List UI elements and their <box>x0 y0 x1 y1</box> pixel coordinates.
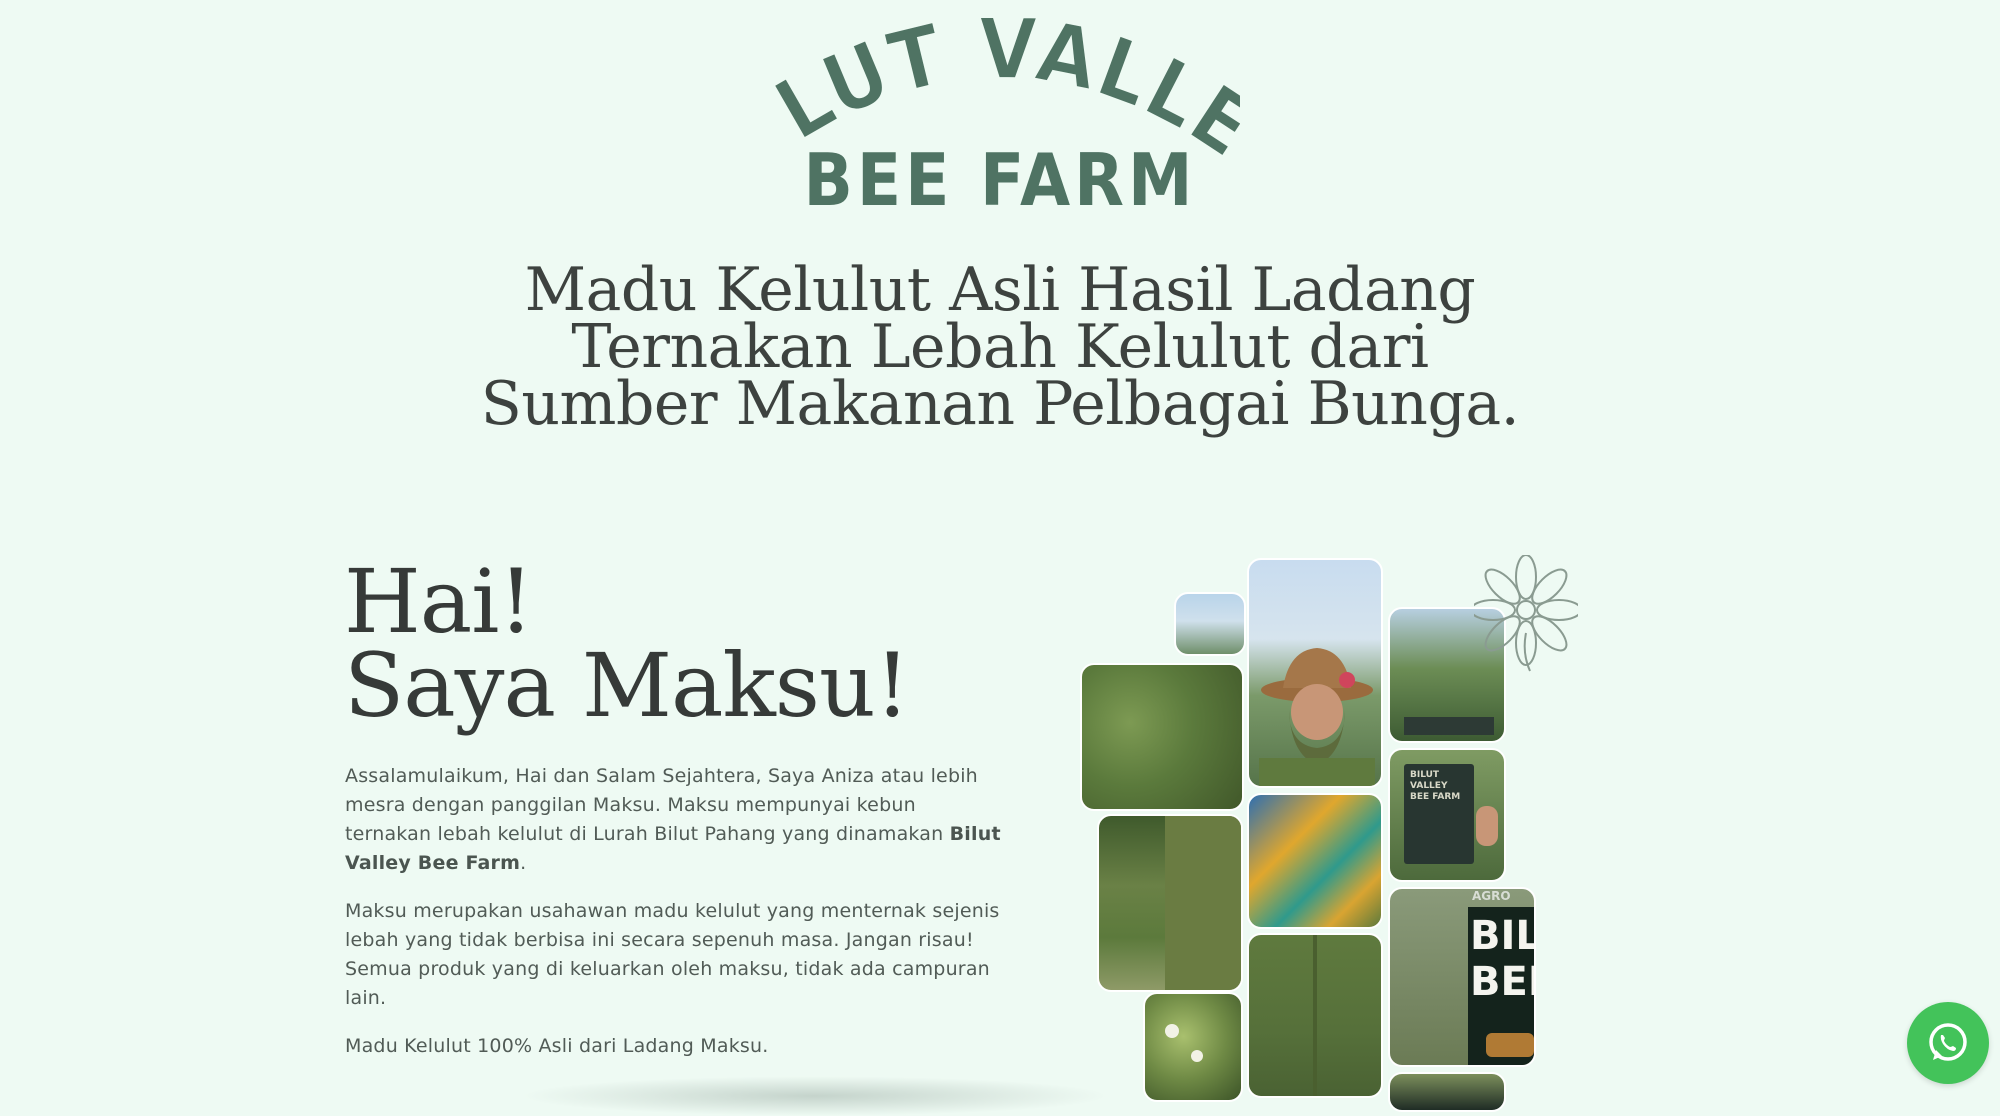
intro-paragraph-3: Madu Kelulut 100% Asli dari Ladang Maksu… <box>345 1035 769 1057</box>
collage-tile-shirt <box>1247 933 1383 1098</box>
hero-title-line: Madu Kelulut Asli Hasil Ladang <box>524 255 1476 325</box>
hero-title-line: Sumber Makanan Pelbagai Bunga. <box>480 369 1520 439</box>
logo-line-2: BEE FARM <box>804 138 1197 218</box>
small-sign-line-2: BEE FARM <box>1410 792 1461 802</box>
collage-tile-plant <box>1143 992 1243 1102</box>
collage-tile-greenery <box>1080 663 1244 811</box>
hero-title-line: Ternakan Lebah Kelulut dari <box>571 312 1429 382</box>
intro-heading-line: Hai! <box>344 550 534 653</box>
whatsapp-icon <box>1929 1023 1967 1061</box>
collage-tile-sky <box>1174 592 1246 656</box>
intro-heading-line: Saya Maksu! <box>344 634 910 737</box>
intro-paragraph-2: Maksu merupakan usahawan madu kelulut ya… <box>345 900 1000 1009</box>
hero-title: Madu Kelulut Asli Hasil Ladang Ternakan … <box>400 255 1600 439</box>
big-sign-line-1: BILUT <box>1470 913 1534 959</box>
collage-tile-trees <box>1097 814 1243 992</box>
big-sign-line-2: BEE <box>1470 959 1534 1005</box>
collage-tile-big-sign: AGRO BILUT BEE <box>1388 887 1536 1067</box>
flower-sketch-icon <box>1474 555 1578 672</box>
small-sign-line-1: BILUT VALLEY <box>1410 770 1448 791</box>
collage-tile-small-sign: BILUT VALLEY BEE FARM <box>1388 748 1506 882</box>
collage-tile-partial <box>1388 1072 1506 1112</box>
intro-body: Assalamulaikum, Hai dan Salam Sejahtera,… <box>345 762 1005 1080</box>
brand-logo[interactable]: BILUT VALLEY BEE FARM <box>760 18 1240 218</box>
photo-collage: BILUT VALLEY BEE FARM AGRO BILUT BEE <box>1080 555 1580 1112</box>
collage-tile-scarf <box>1247 793 1383 929</box>
collage-tile-portrait <box>1247 558 1383 788</box>
person-portrait-image <box>1259 648 1375 786</box>
agro-label: AGRO <box>1472 889 1511 903</box>
whatsapp-chat-button[interactable] <box>1907 1002 1989 1084</box>
intro-p1-end: . <box>520 852 527 874</box>
intro-p1-text: Assalamulaikum, Hai dan Salam Sejahtera,… <box>345 765 978 845</box>
intro-paragraph-1: Assalamulaikum, Hai dan Salam Sejahtera,… <box>345 762 1005 878</box>
intro-heading: Hai! Saya Maksu! <box>344 550 910 737</box>
bottom-card-shadow <box>520 1076 1110 1116</box>
